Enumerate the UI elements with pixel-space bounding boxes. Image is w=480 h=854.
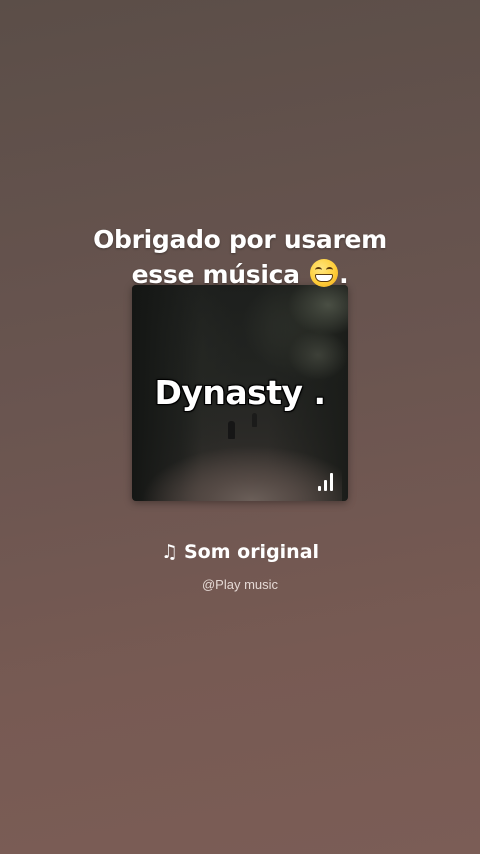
cover-forest-path	[142, 421, 342, 501]
caption-line-2-text: esse música	[131, 260, 300, 289]
caption-line-1: Obrigado por usarem	[93, 225, 387, 254]
author-handle[interactable]: @Play music	[0, 576, 480, 594]
cover-figure	[228, 421, 235, 439]
signal-bars-icon	[318, 471, 336, 491]
grinning-face-icon	[310, 259, 339, 287]
screen: { "caption": { "line1": "Obrigado por us…	[0, 0, 480, 854]
album-cover[interactable]: Dynasty .	[132, 285, 348, 501]
cover-title: Dynasty .	[154, 373, 326, 412]
sound-label: Som original	[183, 541, 320, 563]
caption-line-2-suffix: .	[339, 260, 349, 289]
caption-line-2: esse música .	[0, 257, 480, 292]
cover-figure-distant	[252, 413, 257, 427]
caption-text: Obrigado por usarem esse música .	[0, 222, 480, 292]
sound-title[interactable]: ♫ Som original	[0, 538, 480, 566]
music-note-icon: ♫	[160, 541, 178, 563]
